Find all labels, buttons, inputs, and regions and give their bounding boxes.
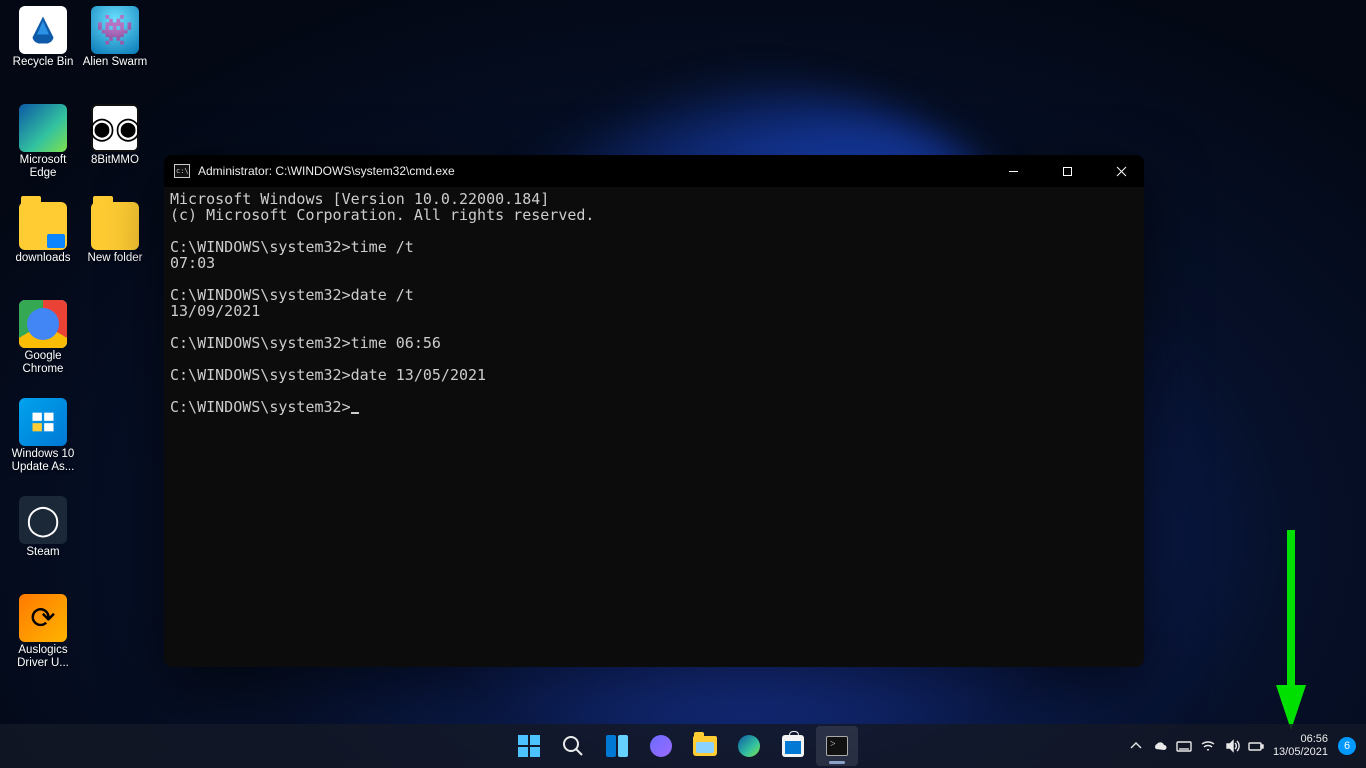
- chrome-icon: [19, 300, 67, 348]
- windows-icon: [19, 398, 67, 446]
- taskbar-clock[interactable]: 06:56 13/05/2021: [1269, 733, 1336, 759]
- desktop-icon-win10-updater[interactable]: Windows 10 Update As...: [6, 398, 80, 474]
- desktop-icon-label: Windows 10 Update As...: [6, 448, 80, 474]
- desktop-icon-chrome[interactable]: Google Chrome: [6, 300, 80, 376]
- cmd-icon: [174, 164, 190, 178]
- desktop-icon-label: 8BitMMO: [78, 154, 152, 167]
- battery-tray-icon[interactable]: [1245, 730, 1267, 762]
- desktop-icon-recycle-bin[interactable]: Recycle Bin: [6, 6, 80, 69]
- desktop-icon-auslogics[interactable]: ⟳ Auslogics Driver U...: [6, 594, 80, 670]
- taskbar: 06:56 13/05/2021 6: [0, 724, 1366, 768]
- desktop-icon-8bitmmo[interactable]: ◉◉ 8BitMMO: [78, 104, 152, 167]
- search-button[interactable]: [552, 726, 594, 766]
- 8bitmmo-icon: ◉◉: [91, 104, 139, 152]
- folder-icon: [19, 202, 67, 250]
- desktop-icon-label: Microsoft Edge: [6, 154, 80, 180]
- cmd-button[interactable]: [816, 726, 858, 766]
- desktop-icon-edge[interactable]: Microsoft Edge: [6, 104, 80, 180]
- desktop-icon-label: New folder: [78, 252, 152, 265]
- folder-icon: [91, 202, 139, 250]
- desktop-icon-label: Google Chrome: [6, 350, 80, 376]
- recycle-bin-icon: [19, 6, 67, 54]
- file-explorer-button[interactable]: [684, 726, 726, 766]
- minimize-button[interactable]: [990, 155, 1036, 187]
- task-view-button[interactable]: [596, 726, 638, 766]
- desktop-icon-new-folder[interactable]: New folder: [78, 202, 152, 265]
- desktop-icon-label: downloads: [6, 252, 80, 265]
- wifi-tray-icon[interactable]: [1197, 730, 1219, 762]
- alien-swarm-icon: 👾: [91, 6, 139, 54]
- taskbar-center: [508, 726, 858, 766]
- onedrive-tray-icon[interactable]: [1149, 730, 1171, 762]
- desktop-icon-label: Steam: [6, 546, 80, 559]
- tray-overflow-button[interactable]: [1125, 730, 1147, 762]
- auslogics-icon: ⟳: [19, 594, 67, 642]
- terminal-output[interactable]: Microsoft Windows [Version 10.0.22000.18…: [164, 187, 1144, 667]
- keyboard-tray-icon[interactable]: [1173, 730, 1195, 762]
- clock-time: 06:56: [1273, 733, 1328, 746]
- edge-icon: [19, 104, 67, 152]
- volume-tray-icon[interactable]: [1221, 730, 1243, 762]
- window-title: Administrator: C:\WINDOWS\system32\cmd.e…: [198, 164, 982, 178]
- store-button[interactable]: [772, 726, 814, 766]
- maximize-button[interactable]: [1044, 155, 1090, 187]
- desktop-icon-label: Recycle Bin: [6, 56, 80, 69]
- close-button[interactable]: [1098, 155, 1144, 187]
- desktop-icon-alien-swarm[interactable]: 👾 Alien Swarm: [78, 6, 152, 69]
- start-button[interactable]: [508, 726, 550, 766]
- cmd-window[interactable]: Administrator: C:\WINDOWS\system32\cmd.e…: [164, 155, 1144, 667]
- system-tray: 06:56 13/05/2021 6: [1125, 724, 1360, 768]
- desktop-icon-steam[interactable]: ◯ Steam: [6, 496, 80, 559]
- desktop-icon-label: Alien Swarm: [78, 56, 152, 69]
- desktop-icon-label: Auslogics Driver U...: [6, 644, 80, 670]
- titlebar[interactable]: Administrator: C:\WINDOWS\system32\cmd.e…: [164, 155, 1144, 187]
- desktop-icon-downloads[interactable]: downloads: [6, 202, 80, 265]
- notification-badge[interactable]: 6: [1338, 737, 1356, 755]
- chat-button[interactable]: [640, 726, 682, 766]
- clock-date: 13/05/2021: [1273, 746, 1328, 759]
- steam-icon: ◯: [19, 496, 67, 544]
- edge-button[interactable]: [728, 726, 770, 766]
